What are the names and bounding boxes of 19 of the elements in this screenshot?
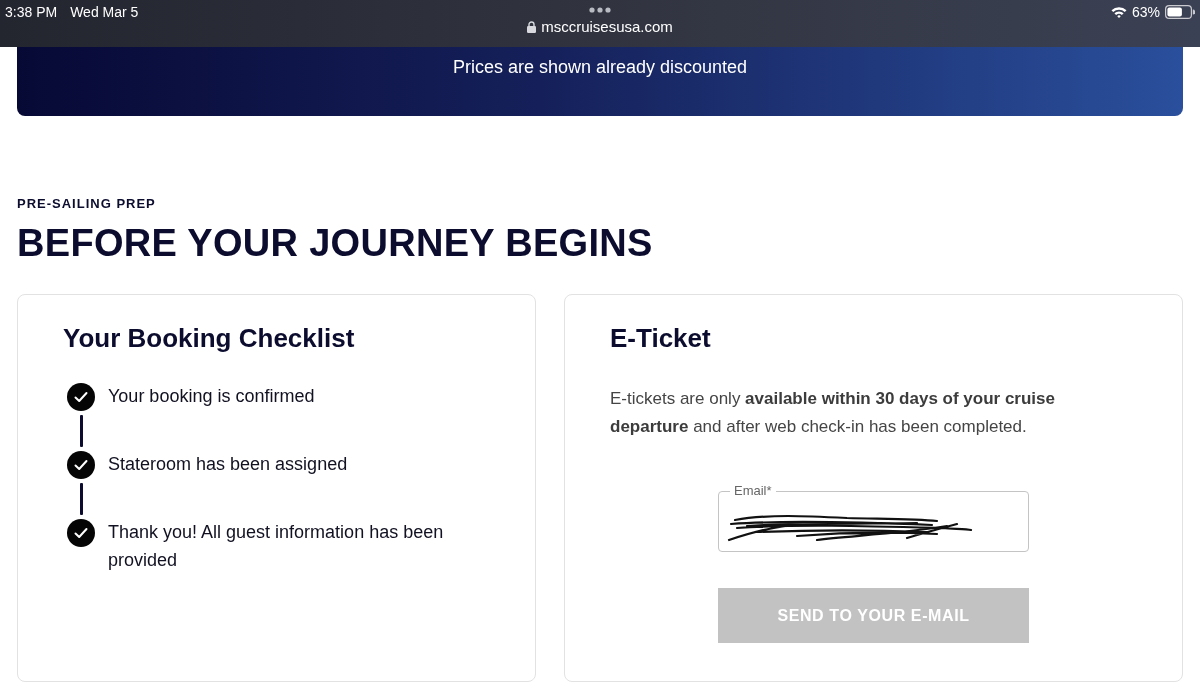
battery-percent: 63%	[1131, 4, 1160, 20]
status-time: 3:38 PM	[5, 4, 58, 20]
checklist-item-text: Your booking is confirmed	[108, 385, 315, 408]
checklist-item-text: Stateroom has been assigned	[108, 453, 348, 476]
url-text[interactable]: msccruisesusa.com	[541, 18, 673, 35]
status-date: Wed Mar 5	[70, 4, 139, 20]
card-title: E-Ticket	[610, 322, 711, 355]
section-heading: BEFORE YOUR JOURNEY BEGINS	[17, 221, 653, 266]
step-connector	[79, 415, 83, 447]
checklist-item-text: Thank you! All guest information has been provided	[108, 521, 445, 572]
banner-text: Prices are shown already discounted	[452, 57, 748, 78]
eticket-description: E-tickets are only available within 30 days of your cruise departure and after web check-in has been completed.	[610, 388, 1056, 438]
card-title: Your Booking Checklist	[63, 322, 355, 355]
section-eyebrow: PRE-SAILING PREP	[17, 196, 156, 211]
lock-icon	[527, 20, 537, 33]
more-dots-icon[interactable]	[589, 7, 611, 13]
battery-icon	[1165, 5, 1195, 19]
wifi-icon	[1110, 6, 1127, 18]
step-connector	[79, 483, 83, 515]
